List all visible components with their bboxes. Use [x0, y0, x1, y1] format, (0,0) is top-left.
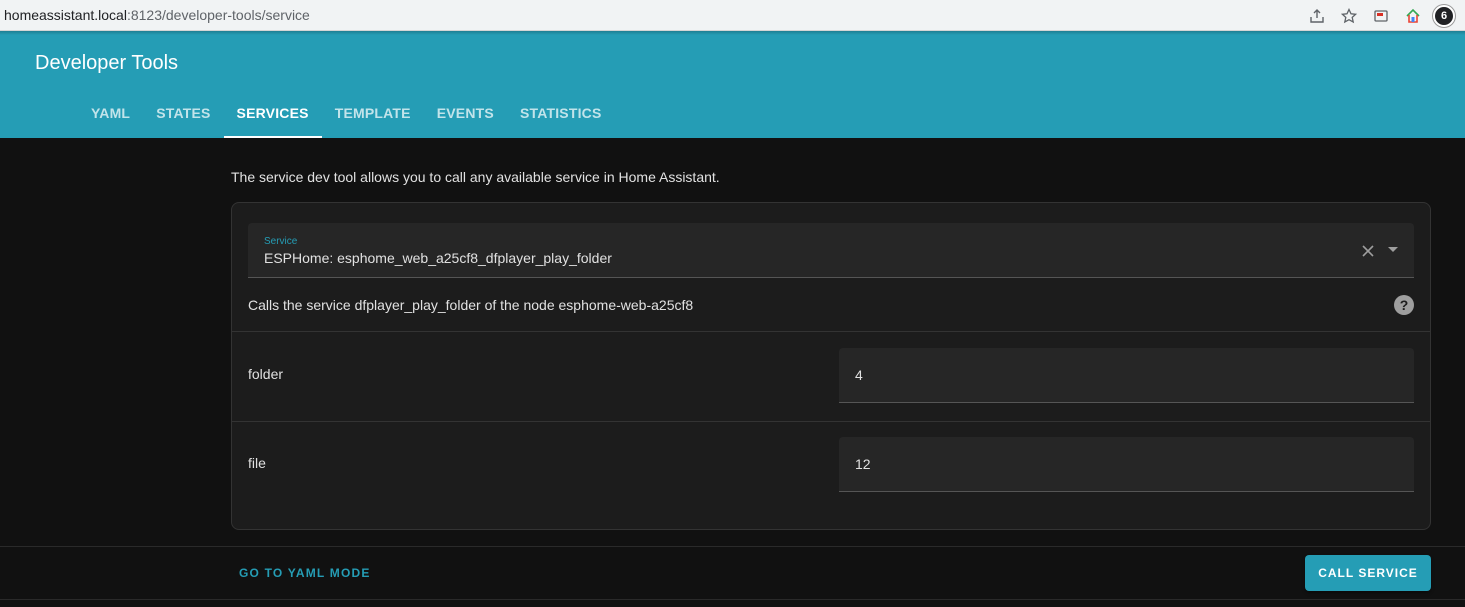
- footer-divider-bottom: [0, 599, 1465, 600]
- param-label-folder: folder: [248, 366, 284, 382]
- go-to-yaml-mode-button[interactable]: GO TO YAML MODE: [239, 566, 371, 580]
- star-icon[interactable]: [1337, 4, 1361, 28]
- cast-icon[interactable]: [1369, 4, 1393, 28]
- folder-input[interactable]: [839, 348, 1414, 403]
- tab-events[interactable]: EVENTS: [424, 91, 507, 138]
- profile-avatar[interactable]: 6: [1433, 5, 1455, 27]
- header-shadow: [0, 31, 1465, 35]
- tab-states[interactable]: STATES: [143, 91, 223, 138]
- browser-url-bar[interactable]: homeassistant.local:8123/developer-tools…: [0, 0, 1465, 31]
- chevron-down-icon[interactable]: [1388, 247, 1398, 252]
- help-icon[interactable]: ?: [1394, 295, 1414, 315]
- tab-statistics[interactable]: STATISTICS: [507, 91, 615, 138]
- url-text[interactable]: homeassistant.local:8123/developer-tools…: [4, 7, 310, 23]
- clear-icon[interactable]: [1360, 243, 1376, 259]
- app-header: Developer Tools YAML STATES SERVICES TEM…: [0, 31, 1465, 138]
- param-row-file: file: [232, 421, 1430, 510]
- service-picker-value[interactable]: ESPHome: esphome_web_a25cf8_dfplayer_pla…: [264, 250, 612, 266]
- intro-text: The service dev tool allows you to call …: [231, 169, 720, 185]
- file-input[interactable]: [839, 437, 1414, 492]
- home-extension-icon[interactable]: [1401, 4, 1425, 28]
- param-label-file: file: [248, 455, 266, 471]
- share-icon[interactable]: [1305, 4, 1329, 28]
- tab-bar: YAML STATES SERVICES TEMPLATE EVENTS STA…: [78, 91, 615, 138]
- page-title: Developer Tools: [35, 52, 179, 74]
- browser-toolbar-icons: 6: [1305, 4, 1455, 28]
- tab-yaml[interactable]: YAML: [78, 91, 143, 138]
- tab-services[interactable]: SERVICES: [223, 91, 322, 138]
- param-row-folder: folder: [232, 332, 1430, 421]
- url-host: homeassistant.local: [4, 7, 127, 23]
- service-picker[interactable]: Service ESPHome: esphome_web_a25cf8_dfpl…: [248, 223, 1414, 278]
- url-path: :8123/developer-tools/service: [126, 7, 310, 23]
- service-description: Calls the service dfplayer_play_folder o…: [248, 297, 694, 313]
- service-picker-label: Service: [264, 236, 298, 247]
- tab-template[interactable]: TEMPLATE: [322, 91, 424, 138]
- call-service-button[interactable]: CALL SERVICE: [1305, 555, 1431, 591]
- service-card: Service ESPHome: esphome_web_a25cf8_dfpl…: [231, 202, 1431, 530]
- footer-divider: [0, 546, 1465, 547]
